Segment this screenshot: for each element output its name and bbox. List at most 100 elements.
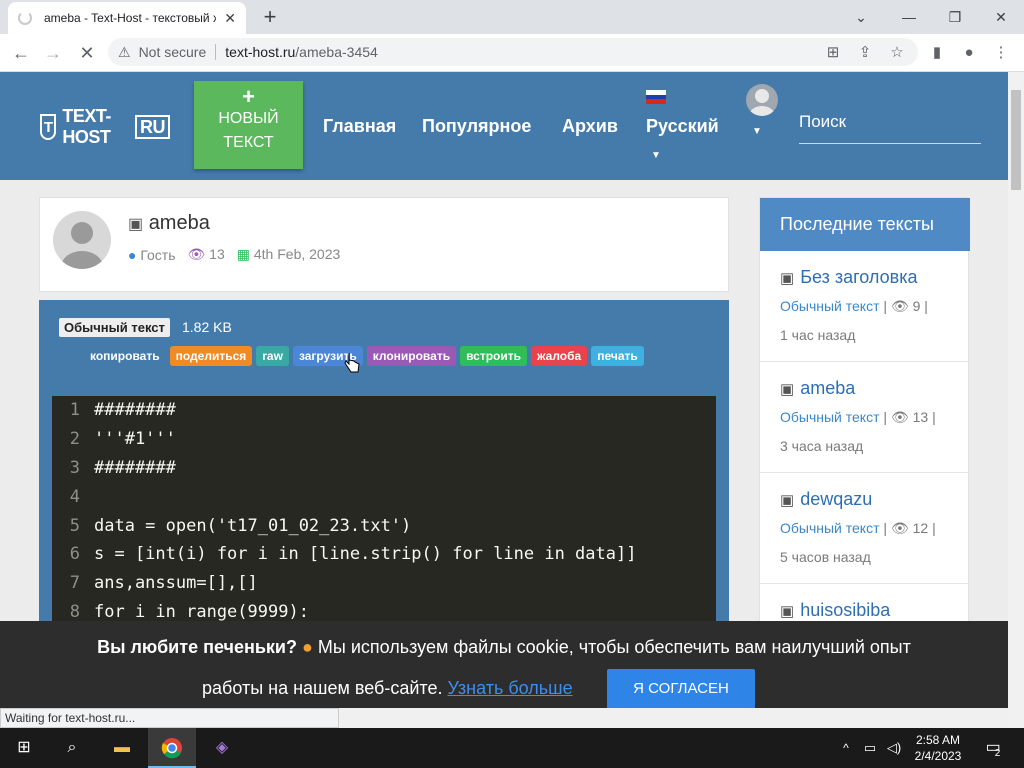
action-button-5[interactable]: встроить xyxy=(460,346,528,366)
nav-archive[interactable]: Архив xyxy=(562,116,618,137)
paste-author[interactable]: Гость xyxy=(140,247,175,263)
code-text: for i in range(9999): xyxy=(94,601,309,622)
browser-tab[interactable]: ameba - Text-Host - текстовый х ✕ xyxy=(8,2,246,34)
status-bar: Waiting for text-host.ru... xyxy=(0,708,339,728)
action-button-2[interactable]: raw xyxy=(256,346,289,366)
close-window-button[interactable]: ✕ xyxy=(978,4,1024,30)
action-button-4[interactable]: клонировать xyxy=(366,346,457,366)
recent-text-type[interactable]: Обычный текст xyxy=(780,298,880,314)
windows-start-icon[interactable]: ⊞ xyxy=(0,728,48,768)
logo-icon: T xyxy=(40,114,57,140)
action-button-0[interactable]: копировать xyxy=(84,346,166,366)
maximize-button[interactable]: ❐ xyxy=(932,4,978,30)
recent-text-item[interactable]: ▣ Без заголовка Обычный текст | 👁 9 | 1 час… xyxy=(760,251,970,362)
address-bar[interactable]: ⚠ Not secure text-host.ru /ameba-3454 xyxy=(108,38,918,66)
network-icon[interactable]: ▭ xyxy=(858,728,882,768)
volume-icon[interactable]: ◁) xyxy=(882,728,906,768)
line-number: 2 xyxy=(69,429,80,450)
cookie-icon: ● xyxy=(302,637,313,657)
cookie-question: Вы любите печеньки? xyxy=(97,637,297,657)
learn-more-link[interactable]: Узнать больше xyxy=(447,678,572,698)
chrome-logo xyxy=(161,738,182,759)
visual-studio-icon[interactable]: ◈ xyxy=(198,728,246,768)
search-icon[interactable]: ⌕ xyxy=(48,728,96,768)
eye-icon: 👁 xyxy=(187,246,206,262)
site-logo[interactable]: T TEXT-HOST RU xyxy=(40,106,170,147)
recent-text-type[interactable]: Обычный текст xyxy=(780,520,880,536)
minimize-button[interactable]: — xyxy=(886,4,932,30)
paste-views: 13 xyxy=(209,246,225,262)
eye-icon: 👁 xyxy=(890,520,909,536)
menu-icon[interactable]: ⋮ xyxy=(990,42,1012,64)
nav-home[interactable]: Главная xyxy=(323,116,396,137)
code-text: ######## xyxy=(94,400,176,421)
back-icon[interactable]: ← xyxy=(8,40,34,66)
recent-text-views: 9 xyxy=(912,298,921,314)
nav-language[interactable]: Русский xyxy=(646,116,719,137)
eye-icon: 👁 xyxy=(890,409,909,425)
user-avatar[interactable] xyxy=(746,84,778,116)
notification-count: 2 xyxy=(994,748,1001,759)
paste-info-card: ▣ ameba ● Гость 👁 13 ▦ 4th Feb, 2023 xyxy=(39,197,729,292)
hand-cursor-icon xyxy=(344,353,360,373)
recent-text-type[interactable]: Обычный текст xyxy=(780,409,880,425)
warning-icon[interactable]: ⚠ xyxy=(118,44,131,61)
code-line: 7 ans,anssum=[],[] xyxy=(52,569,716,598)
close-tab-icon[interactable]: ✕ xyxy=(224,10,236,27)
recent-text-title[interactable]: ▣ Без заголовка xyxy=(780,267,970,288)
forward-icon[interactable]: → xyxy=(40,40,66,66)
recent-text-title-label: Без заголовка xyxy=(800,267,918,287)
language-chevron-down-icon[interactable]: ▼ xyxy=(651,150,661,161)
code-line: 5 data = open('t17_01_02_23.txt') xyxy=(52,511,716,540)
recent-text-title[interactable]: ▣ dewqazu xyxy=(780,489,970,510)
recent-text-title[interactable]: ▣ ameba xyxy=(780,378,970,399)
document-icon: ▣ xyxy=(780,602,795,620)
stop-loading-icon[interactable]: ✕ xyxy=(74,40,100,66)
recent-text-time: 1 час назад xyxy=(780,327,856,343)
action-button-1[interactable]: поделиться xyxy=(169,346,253,366)
recent-text-time: 3 часа назад xyxy=(780,438,864,454)
calendar-icon: ▦ xyxy=(236,246,250,262)
show-hidden-icons[interactable]: ^ xyxy=(836,728,856,768)
not-secure-label[interactable]: Not secure xyxy=(139,44,207,60)
search-input[interactable]: Поиск xyxy=(799,108,981,144)
file-explorer-icon[interactable]: ▬ xyxy=(98,728,146,768)
user-silhouette-icon xyxy=(61,222,103,269)
document-icon: ▣ xyxy=(780,380,795,398)
code-line: 1 ######## xyxy=(52,396,716,425)
user-chevron-down-icon[interactable]: ▼ xyxy=(752,126,762,137)
paste-title: ▣ ameba xyxy=(128,212,210,235)
cookie-banner: Вы любите печеньки? ● Мы используем файл… xyxy=(0,621,1008,708)
notifications-icon[interactable]: ▭2 xyxy=(976,728,1016,768)
taskbar-clock[interactable]: 2:58 AM 2/4/2023 xyxy=(908,732,968,764)
translate-icon[interactable]: ⊞ xyxy=(822,42,844,64)
recent-text-title[interactable]: ▣ huisosibiba xyxy=(780,600,970,621)
paste-date: 4th Feb, 2023 xyxy=(253,246,341,262)
url-path[interactable]: /ameba-3454 xyxy=(295,44,378,60)
line-number: 1 xyxy=(69,400,80,421)
recent-text-title-label: ameba xyxy=(800,378,856,398)
tab-search-icon[interactable]: ⌄ xyxy=(838,4,884,30)
share-icon[interactable]: ⇪ xyxy=(854,42,876,64)
url-host[interactable]: text-host.ru xyxy=(225,44,295,60)
scrollbar-thumb[interactable] xyxy=(1011,90,1021,190)
nav-popular[interactable]: Популярное xyxy=(422,116,531,137)
new-tab-button[interactable]: + xyxy=(258,6,282,30)
clock-time: 2:58 AM xyxy=(915,733,961,747)
code-line: 6 s = [int(i) for i in [line.strip() for … xyxy=(52,540,716,569)
document-icon: ▣ xyxy=(780,491,795,509)
bookmark-star-icon[interactable]: ☆ xyxy=(886,42,908,64)
line-number: 8 xyxy=(69,601,80,622)
agree-button[interactable]: Я СОГЛАСЕН xyxy=(607,669,755,708)
loading-spinner-icon xyxy=(18,11,32,25)
recent-text-meta: Обычный текст | 👁 9 | xyxy=(780,298,928,314)
action-button-7[interactable]: печать xyxy=(591,346,644,366)
side-panel-icon[interactable]: ▮ xyxy=(926,42,948,64)
recent-text-item[interactable]: ▣ dewqazu Обычный текст | 👁 12 | 5 часов на… xyxy=(760,473,970,584)
action-button-6[interactable]: жалоба xyxy=(531,346,588,366)
cookie-message-2: работы на нашем веб-сайте. xyxy=(202,678,443,698)
new-text-button[interactable]: + НОВЫЙ ТЕКСТ xyxy=(194,81,303,169)
chrome-icon[interactable] xyxy=(148,728,196,768)
profile-icon[interactable]: ● xyxy=(958,42,980,64)
recent-text-item[interactable]: ▣ ameba Обычный текст | 👁 13 | 3 часа назад xyxy=(760,362,970,473)
